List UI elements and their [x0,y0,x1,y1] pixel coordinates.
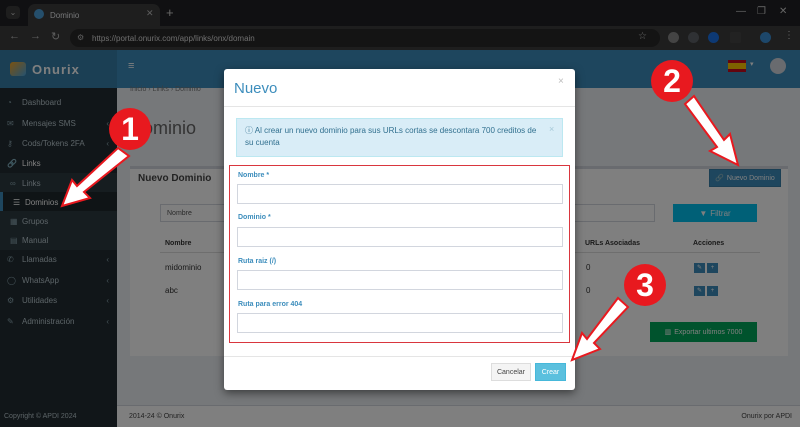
field-label-dominio: Dominio * [238,214,271,221]
field-label-ruta-raiz: Ruta raiz (/) [238,258,277,265]
credit-info-alert: ⓘ Al crear un nuevo dominio para sus URL… [236,118,563,157]
field-label-ruta-404: Ruta para error 404 [238,301,303,308]
step-marker-1: 1 [109,108,151,150]
modal-title: Nuevo [234,80,278,97]
alert-close-icon[interactable]: × [549,124,554,134]
create-button[interactable]: Crear [535,363,566,381]
step-marker-3: 3 [624,264,666,306]
alert-text: Al crear un nuevo dominio para sus URLs … [245,126,537,147]
nombre-input[interactable] [237,184,563,204]
modal-footer-divider [224,356,575,357]
info-icon: ⓘ [245,126,255,135]
step-marker-2: 2 [651,60,693,102]
ruta-404-input[interactable] [237,313,563,333]
field-label-nombre: Nombre * [238,172,270,179]
dominio-input[interactable] [237,227,563,247]
modal-close-icon[interactable]: × [558,76,564,87]
ruta-raiz-input[interactable] [237,270,563,290]
cancel-button[interactable]: Cancelar [491,363,531,381]
